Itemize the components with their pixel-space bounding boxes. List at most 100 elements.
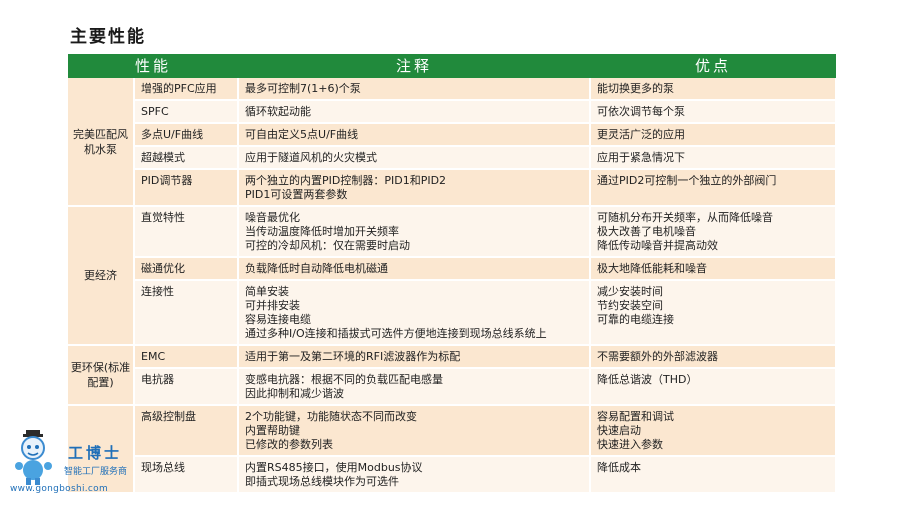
feature-cell: 连接性 (134, 280, 240, 346)
note-line: 即插式现场总线模块作为可选件 (245, 475, 400, 488)
benefit-cell: 降低成本 (590, 456, 838, 494)
note-line: 噪音最优化 (245, 211, 301, 224)
page-title: 主要性能 (70, 27, 146, 47)
note-line: 负载降低时自动降低电机磁通 (245, 262, 389, 275)
note-line: 可自由定义5点U/F曲线 (245, 128, 359, 141)
benefit-cell: 应用于紧急情况下 (590, 146, 838, 170)
table-row: 电抗器 变感电抗器：根据不同的负载匹配电感量 因此抑制和减少谐波 降低总谐波（THD） (68, 368, 838, 406)
note-line: 因此抑制和减少谐波 (245, 387, 345, 400)
benefit-line: 降低总谐波（THD） (597, 373, 698, 386)
benefit-cell: 容易配置和调试 快速启动 快速进入参数 (590, 405, 838, 457)
benefit-line: 更灵活广泛的应用 (597, 128, 686, 141)
note-line: 通过多种I/O连接和插拔式可选件方便地连接到现场总线系统上 (245, 327, 547, 340)
note-cell: 两个独立的内置PID控制器：PID1和PID2 PID1可设置两套参数 (238, 169, 592, 207)
benefit-cell: 能切换更多的泵 (590, 78, 838, 101)
feature-cell: SPFC (134, 100, 240, 124)
benefit-cell: 可随机分布开关频率，从而降低噪音 极大改善了电机噪音 降低传动噪音并提高动效 (590, 206, 838, 258)
benefit-line: 节约安装空间 (597, 299, 664, 312)
benefit-line: 可靠的电缆连接 (597, 313, 675, 326)
table-row: 现场总线 内置RS485接口，使用Modbus协议 即插式现场总线模块作为可选件 降低… (68, 456, 838, 494)
benefit-cell: 减少安装时间 节约安装空间 可靠的电缆连接 (590, 280, 838, 346)
table-body: 完美匹配风机水泵 增强的PFC应用 最多可控制7(1+6)个泵 能切换更多的泵 SPFC… (68, 78, 838, 494)
note-cell: 应用于隧道风机的火灾模式 (238, 146, 592, 170)
note-cell: 2个功能键，功能随状态不同而改变 内置帮助键 已修改的参数列表 (238, 405, 592, 457)
benefit-line: 极大地降低能耗和噪音 (597, 262, 708, 275)
benefit-cell: 极大地降低能耗和噪音 (590, 257, 838, 281)
note-line: 2个功能键，功能随状态不同而改变 (245, 410, 418, 423)
note-line: 可并排安装 (245, 299, 301, 312)
table-row: 更经济 直觉特性 噪音最优化 当传动温度降低时增加开关频率 可控的冷却风机：仅在需要时启… (68, 206, 838, 346)
note-line: 变感电抗器：根据不同的负载匹配电感量 (245, 373, 444, 386)
benefit-cell: 降低总谐波（THD） (590, 368, 838, 406)
watermark-url: www.gongboshi.com (10, 484, 109, 494)
benefit-line: 容易配置和调试 (597, 410, 675, 423)
note-line: 当传动温度降低时增加开关频率 (245, 225, 400, 238)
feature-cell: 现场总线 (134, 456, 240, 494)
note-line: 已修改的参数列表 (245, 438, 334, 451)
group-label: 更环保(标准配置) (68, 345, 135, 406)
header-performance: 性能 (68, 54, 239, 78)
group-label: 更经济 (68, 206, 135, 346)
benefit-cell: 可依次调节每个泵 (590, 100, 838, 124)
watermark-brand: 工博士 (68, 444, 123, 462)
robot-mascot-icon (15, 430, 52, 485)
benefit-line: 可依次调节每个泵 (597, 105, 686, 118)
benefit-line: 不需要额外的外部滤波器 (597, 350, 719, 363)
note-line: 可控的冷却风机：仅在需要时启动 (245, 239, 411, 252)
watermark-logo: 工博士 智能工厂服务商 www.gongboshi.com (8, 428, 138, 498)
note-line: PID1可设置两套参数 (245, 188, 348, 201)
benefit-cell: 通过PID2可控制一个独立的外部阀门 (590, 169, 838, 207)
note-cell: 简单安装 可并排安装 容易连接电缆 通过多种I/O连接和插拔式可选件方便地连接到现场总… (238, 280, 592, 346)
note-line: 简单安装 (245, 285, 290, 298)
note-cell: 循环软起动能 (238, 100, 592, 124)
note-line: 两个独立的内置PID控制器：PID1和PID2 (245, 174, 447, 187)
benefit-line: 通过PID2可控制一个独立的外部阀门 (597, 174, 777, 187)
note-line: 最多可控制7(1+6)个泵 (245, 82, 361, 95)
note-line: 适用于第一及第二环境的RFI滤波器作为标配 (245, 350, 461, 363)
note-line: 容易连接电缆 (245, 313, 312, 326)
feature-cell: PID调节器 (134, 169, 240, 207)
table-row: 磁通优化 负载降低时自动降低电机磁通 极大地降低能耗和噪音 (68, 257, 838, 281)
note-cell: 负载降低时自动降低电机磁通 (238, 257, 592, 281)
note-line: 内置帮助键 (245, 424, 301, 437)
note-line: 应用于隧道风机的火灾模式 (245, 151, 378, 164)
feature-cell: EMC (134, 345, 240, 369)
benefit-line: 降低成本 (597, 461, 642, 474)
feature-cell: 增强的PFC应用 (134, 78, 240, 101)
benefit-line: 可随机分布开关频率，从而降低噪音 (597, 211, 774, 224)
table-row: 连接性 简单安装 可并排安装 容易连接电缆 通过多种I/O连接和插拔式可选件方便地连接到… (68, 280, 838, 346)
table-row: 高级控制盘 2个功能键，功能随状态不同而改变 内置帮助键 已修改的参数列表 容易配置和调… (68, 405, 838, 494)
watermark-subtitle: 智能工厂服务商 (64, 467, 128, 477)
table-row: SPFC 循环软起动能 可依次调节每个泵 (68, 100, 838, 124)
benefit-line: 能切换更多的泵 (597, 82, 675, 95)
note-line: 内置RS485接口，使用Modbus协议 (245, 461, 423, 474)
benefit-cell: 不需要额外的外部滤波器 (590, 345, 838, 369)
feature-cell: 直觉特性 (134, 206, 240, 258)
feature-cell: 磁通优化 (134, 257, 240, 281)
benefit-line: 快速进入参数 (597, 438, 664, 451)
feature-cell: 电抗器 (134, 368, 240, 406)
table-row: PID调节器 两个独立的内置PID控制器：PID1和PID2 PID1可设置两套参数… (68, 169, 838, 207)
benefit-cell: 更灵活广泛的应用 (590, 123, 838, 147)
header-benefits: 优点 (590, 54, 837, 78)
table-row: 多点U/F曲线 可自由定义5点U/F曲线 更灵活广泛的应用 (68, 123, 838, 147)
note-cell: 变感电抗器：根据不同的负载匹配电感量 因此抑制和减少谐波 (238, 368, 592, 406)
performance-table: 性能 注释 优点 完美匹配风机水泵 增强的PFC应用 最多可控制7(1+6)个泵 能切… (68, 54, 838, 494)
table-row: 完美匹配风机水泵 增强的PFC应用 最多可控制7(1+6)个泵 能切换更多的泵 (68, 78, 838, 207)
benefit-line: 快速启动 (597, 424, 642, 437)
benefit-line: 应用于紧急情况下 (597, 151, 686, 164)
note-cell: 适用于第一及第二环境的RFI滤波器作为标配 (238, 345, 592, 369)
table-row: 更环保(标准配置) EMC 适用于第一及第二环境的RFI滤波器作为标配 不需要额外的外… (68, 345, 838, 406)
group-label: 完美匹配风机水泵 (68, 78, 135, 207)
table-row: 超越模式 应用于隧道风机的火灾模式 应用于紧急情况下 (68, 146, 838, 170)
header-notes: 注释 (238, 54, 591, 78)
note-line: 循环软起动能 (245, 105, 312, 118)
note-cell: 可自由定义5点U/F曲线 (238, 123, 592, 147)
benefit-line: 减少安装时间 (597, 285, 664, 298)
note-cell: 噪音最优化 当传动温度降低时增加开关频率 可控的冷却风机：仅在需要时启动 (238, 206, 592, 258)
benefit-line: 极大改善了电机噪音 (597, 225, 697, 238)
benefit-line: 降低传动噪音并提高动效 (597, 239, 719, 252)
feature-cell: 高级控制盘 (134, 405, 240, 457)
feature-cell: 多点U/F曲线 (134, 123, 240, 147)
feature-cell: 超越模式 (134, 146, 240, 170)
